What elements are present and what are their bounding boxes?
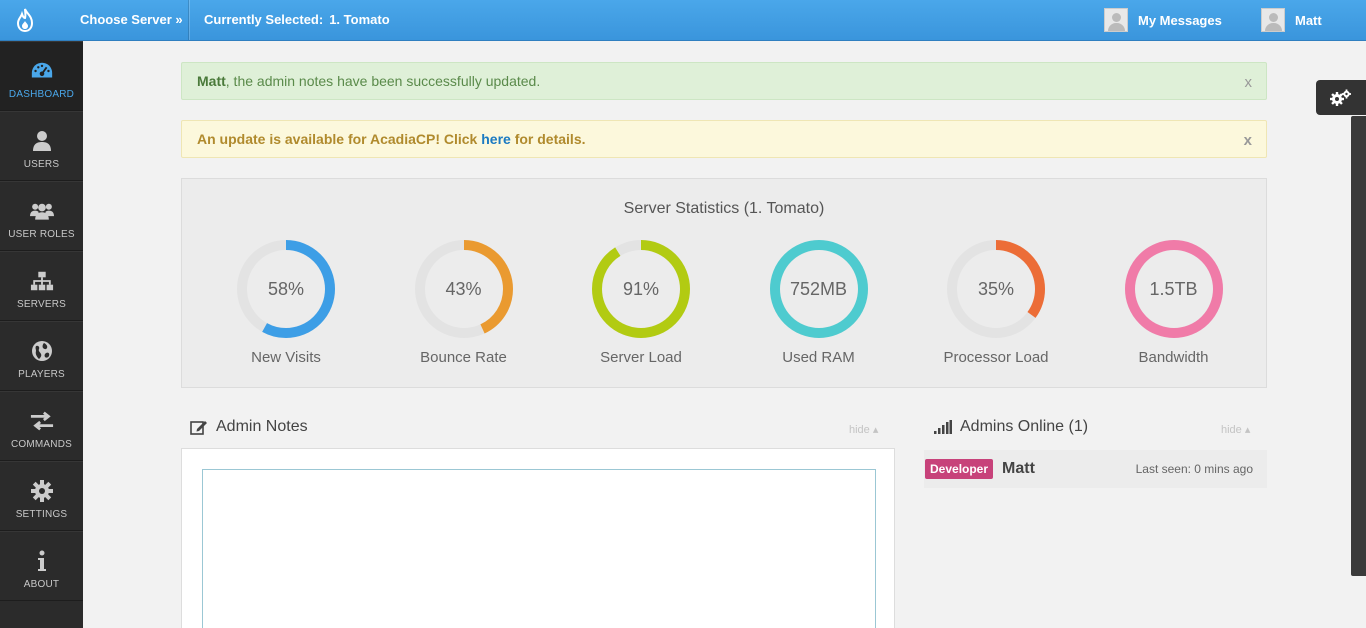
stat-donut: 35% Processor Load bbox=[931, 237, 1061, 367]
current-server-name: 1. Tomato bbox=[329, 12, 390, 27]
sidebar-item-label: DASHBOARD bbox=[8, 89, 75, 100]
info-icon bbox=[30, 549, 54, 573]
currently-selected: Currently Selected: 1. Tomato bbox=[204, 12, 390, 27]
top-bar: Choose Server » Currently Selected: 1. To… bbox=[0, 0, 1366, 41]
sidebar: DASHBOARD USERS USER ROLES SERVERS PLAYE… bbox=[0, 41, 83, 628]
sidebar-item-servers[interactable]: SERVERS bbox=[0, 251, 83, 321]
stat-value: 43% bbox=[445, 279, 482, 299]
sidebar-item-label: SETTINGS bbox=[15, 509, 68, 520]
stat-label: Server Load bbox=[600, 349, 682, 366]
sidebar-item-players[interactable]: PLAYERS bbox=[0, 321, 83, 391]
sidebar-item-users[interactable]: USERS bbox=[0, 111, 83, 181]
close-success-button[interactable]: x bbox=[1245, 74, 1253, 91]
update-message: An update is available for AcadiaCP! Cli… bbox=[197, 131, 586, 147]
edit-icon bbox=[190, 421, 207, 435]
user-icon bbox=[30, 129, 54, 153]
sidebar-item-label: COMMANDS bbox=[10, 439, 73, 450]
sidebar-item-label: PLAYERS bbox=[18, 369, 65, 380]
gear-icon bbox=[30, 479, 54, 503]
stat-donut: 1.5TB Bandwidth bbox=[1109, 237, 1239, 367]
sidebar-item-user-roles[interactable]: USER ROLES bbox=[0, 181, 83, 251]
sidebar-item-label: USERS bbox=[23, 159, 60, 170]
sidebar-item-label: SERVERS bbox=[16, 299, 66, 310]
dashboard-icon bbox=[30, 59, 54, 83]
sidebar-item-dashboard[interactable]: DASHBOARD bbox=[0, 41, 83, 111]
stat-label: Processor Load bbox=[943, 349, 1049, 366]
choose-server-link[interactable]: Choose Server » bbox=[80, 12, 183, 27]
close-update-button[interactable]: x bbox=[1244, 132, 1252, 149]
stat-value: 752MB bbox=[789, 279, 848, 299]
role-badge: Developer bbox=[925, 459, 994, 479]
signal-bars-icon bbox=[934, 420, 952, 434]
stat-donut: 43% Bounce Rate bbox=[399, 237, 529, 367]
stat-value: 91% bbox=[622, 279, 660, 299]
update-text-pre: An update is available for AcadiaCP! Cli… bbox=[197, 131, 482, 147]
stats-title: Server Statistics (1. Tomato) bbox=[623, 200, 825, 217]
sidebar-item-settings[interactable]: SETTINGS bbox=[0, 461, 83, 531]
hide-admins-link[interactable]: hide ▴ bbox=[1221, 423, 1250, 436]
update-text-post: for details. bbox=[510, 131, 586, 147]
sidebar-item-commands[interactable]: COMMANDS bbox=[0, 391, 83, 461]
stat-donut: 58% New Visits bbox=[221, 237, 351, 367]
success-user-name: Matt bbox=[197, 73, 226, 89]
stat-label: Used RAM bbox=[782, 349, 855, 366]
user-menu[interactable]: Matt bbox=[1261, 8, 1322, 32]
currently-selected-label: Currently Selected: bbox=[204, 12, 324, 27]
stat-label: Bandwidth bbox=[1138, 349, 1209, 366]
stat-label: New Visits bbox=[251, 349, 321, 366]
stat-value: 1.5TB bbox=[1149, 279, 1198, 299]
admin-name[interactable]: Matt bbox=[1002, 460, 1035, 478]
user-name: Matt bbox=[1295, 12, 1322, 28]
topbar-divider bbox=[188, 0, 189, 40]
hide-notes-link[interactable]: hide ▴ bbox=[849, 423, 878, 436]
user-avatar bbox=[1261, 8, 1285, 32]
admin-notes-textarea[interactable] bbox=[202, 469, 876, 628]
success-text: , the admin notes have been successfully… bbox=[225, 73, 541, 89]
sitemap-icon bbox=[30, 269, 54, 293]
success-message: Matt, the admin notes have been successf… bbox=[197, 73, 540, 89]
user-group-icon bbox=[29, 199, 54, 223]
server-statistics-panel: Server Statistics (1. Tomato) 58% New Vis… bbox=[181, 178, 1267, 388]
stat-value: 35% bbox=[977, 279, 1015, 299]
stat-donut: 91% Server Load bbox=[576, 237, 706, 367]
my-messages-label: My Messages bbox=[1138, 12, 1222, 28]
stat-donut: 752MB Used RAM bbox=[754, 237, 884, 367]
admin-notes-panel bbox=[181, 448, 895, 628]
flame-logo-icon[interactable] bbox=[14, 8, 36, 32]
stat-value: 58% bbox=[267, 279, 305, 299]
last-seen-text: Last seen: 0 mins ago bbox=[1135, 462, 1253, 476]
update-alert: An update is available for AcadiaCP! Cli… bbox=[181, 120, 1267, 158]
my-messages-link[interactable]: My Messages bbox=[1104, 8, 1222, 32]
admin-online-row: Developer Matt Last seen: 0 mins ago bbox=[924, 450, 1267, 488]
admins-online-header: Admins Online (1) bbox=[934, 418, 1088, 436]
sidebar-item-about[interactable]: ABOUT bbox=[0, 531, 83, 601]
sidebar-item-label: ABOUT bbox=[23, 579, 60, 590]
settings-panel-toggle[interactable] bbox=[1316, 80, 1366, 115]
messages-avatar bbox=[1104, 8, 1128, 32]
success-alert: Matt, the admin notes have been successf… bbox=[181, 62, 1267, 100]
update-details-link[interactable]: here bbox=[481, 131, 511, 147]
gears-icon bbox=[1330, 89, 1351, 106]
exchange-arrows-icon bbox=[30, 409, 54, 433]
admins-online-title: Admins Online (1) bbox=[960, 418, 1089, 435]
globe-icon bbox=[30, 339, 54, 363]
sidebar-item-label: USER ROLES bbox=[8, 229, 75, 240]
admin-notes-header: Admin Notes bbox=[190, 418, 308, 436]
stat-label: Bounce Rate bbox=[420, 349, 507, 366]
admin-notes-title: Admin Notes bbox=[216, 418, 308, 435]
right-panel-edge[interactable] bbox=[1351, 116, 1366, 576]
